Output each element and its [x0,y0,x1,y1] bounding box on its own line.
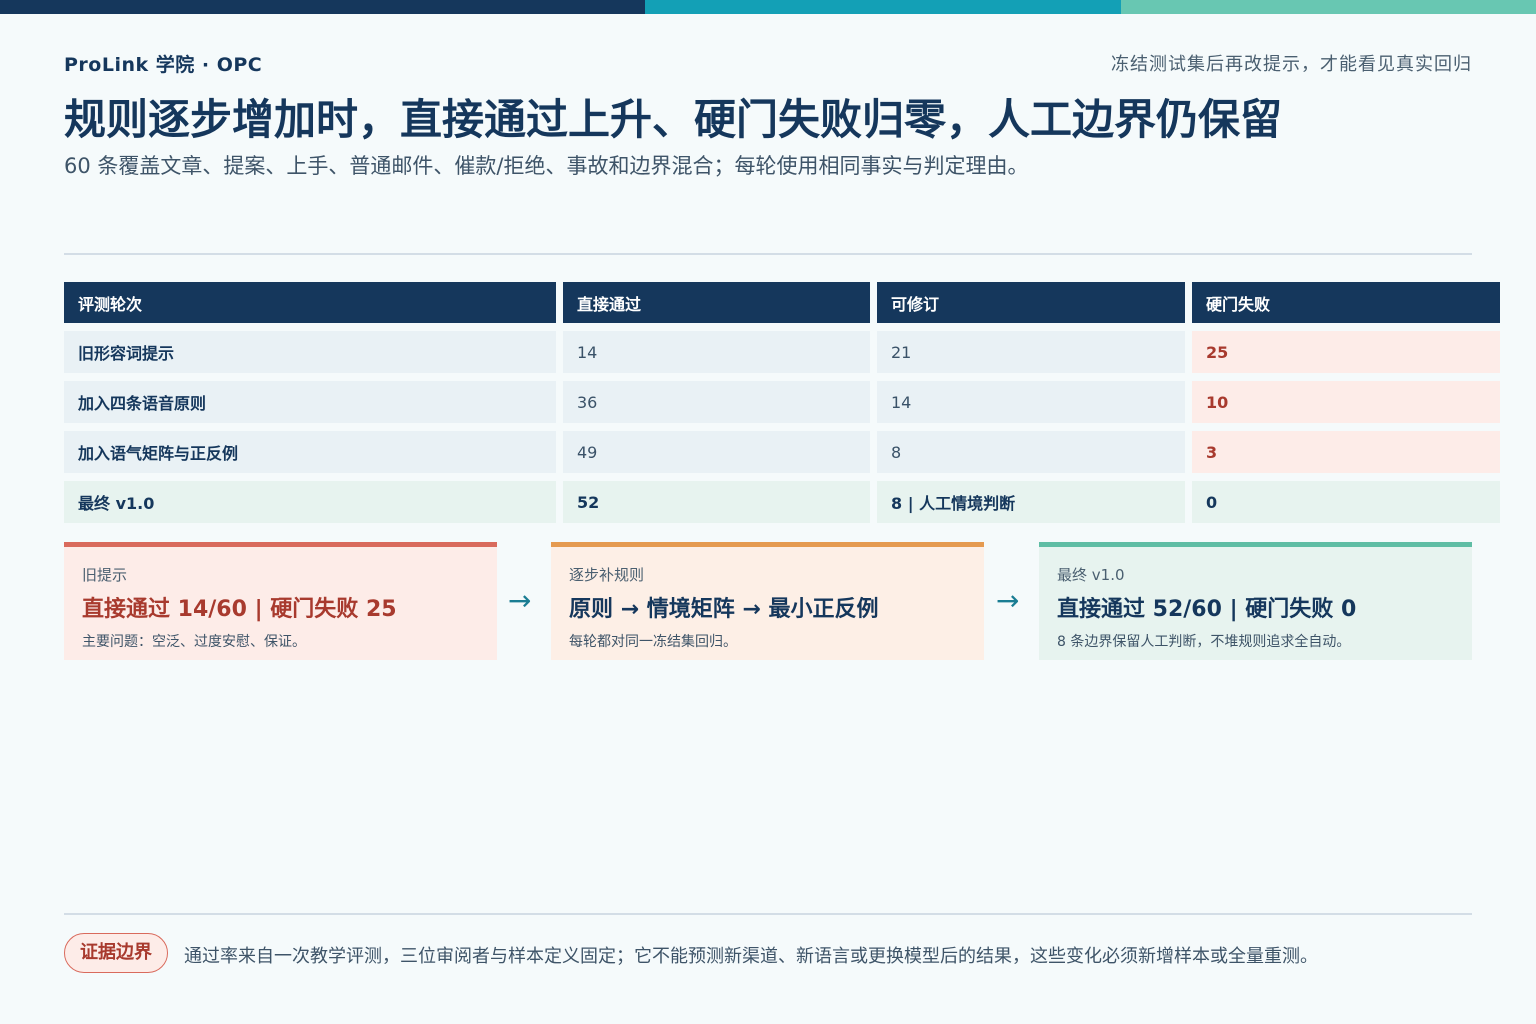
cell-revisable: 14 [877,381,1185,423]
cell-revisable: 8 | 人工情境判断 [877,481,1185,523]
card-accent-bar [64,542,497,547]
table-header-row: 评测轮次 直接通过 可修订 硬门失败 [64,282,1500,323]
cell-direct-pass: 52 [563,481,870,523]
cell-revisable: 21 [877,331,1185,373]
divider-top [64,253,1472,255]
footer-note: 通过率来自一次教学评测，三位审阅者与样本定义固定；它不能预测新渠道、新语言或更换… [184,946,1318,967]
row-label: 加入语气矩阵与正反例 [64,431,556,473]
cell-hard-fail: 3 [1192,431,1500,473]
evidence-boundary-badge: 证据边界 [64,933,168,973]
results-table: 评测轮次 直接通过 可修订 硬门失败 旧形容词提示 14 21 25 加入四条语… [57,274,1507,531]
table-row: 旧形容词提示 14 21 25 [64,331,1500,373]
card-note: 主要问题：空泛、过度安慰、保证。 [82,634,306,650]
cell-direct-pass: 49 [563,431,870,473]
card-note: 8 条边界保留人工判断，不堆规则追求全自动。 [1057,634,1351,650]
card-final-version: 最终 v1.0 直接通过 52/60 | 硬门失败 0 8 条边界保留人工判断，… [1039,542,1472,660]
cell-direct-pass: 14 [563,331,870,373]
accent-segment-navy [0,0,645,14]
top-accent-bar [0,0,1536,14]
card-headline: 直接通过 14/60 | 硬门失败 25 [82,597,397,622]
page-subtitle: 60 条覆盖文章、提案、上手、普通邮件、催款/拒绝、事故和边界混合；每轮使用相同… [64,154,1029,178]
card-old-prompt: 旧提示 直接通过 14/60 | 硬门失败 25 主要问题：空泛、过度安慰、保证… [64,542,497,660]
column-header-direct-pass: 直接通过 [563,282,870,323]
page-title: 规则逐步增加时，直接通过上升、硬门失败归零，人工边界仍保留 [64,95,1283,144]
card-label: 逐步补规则 [569,566,645,584]
row-label: 旧形容词提示 [64,331,556,373]
brand-label: ProLink 学院 · OPC [64,54,263,76]
row-label: 最终 v1.0 [64,481,556,523]
cell-hard-fail: 0 [1192,481,1500,523]
cell-hard-fail: 10 [1192,381,1500,423]
divider-bottom [64,913,1472,915]
right-arrow-icon: → [996,584,1020,617]
card-accent-bar [1039,542,1472,547]
card-label: 旧提示 [82,566,128,584]
card-note: 每轮都对同一冻结集回归。 [569,634,737,650]
accent-segment-mint [1121,0,1536,14]
card-headline: 原则 → 情境矩阵 → 最小正反例 [569,597,879,622]
card-incremental-rules: 逐步补规则 原则 → 情境矩阵 → 最小正反例 每轮都对同一冻结集回归。 [551,542,984,660]
column-header-hard-fail: 硬门失败 [1192,282,1500,323]
cell-hard-fail: 25 [1192,331,1500,373]
row-label: 加入四条语音原则 [64,381,556,423]
card-label: 最终 v1.0 [1057,566,1125,584]
table-row: 加入语气矩阵与正反例 49 8 3 [64,431,1500,473]
card-accent-bar [551,542,984,547]
column-header-round: 评测轮次 [64,282,556,323]
right-arrow-icon: → [508,584,532,617]
accent-segment-teal [645,0,1121,14]
header-hint: 冻结测试集后再改提示，才能看见真实回归 [1111,54,1472,75]
table-row-final: 最终 v1.0 52 8 | 人工情境判断 0 [64,481,1500,523]
cell-direct-pass: 36 [563,381,870,423]
column-header-revisable: 可修订 [877,282,1185,323]
card-headline: 直接通过 52/60 | 硬门失败 0 [1057,597,1357,622]
table-row: 加入四条语音原则 36 14 10 [64,381,1500,423]
cell-revisable: 8 [877,431,1185,473]
